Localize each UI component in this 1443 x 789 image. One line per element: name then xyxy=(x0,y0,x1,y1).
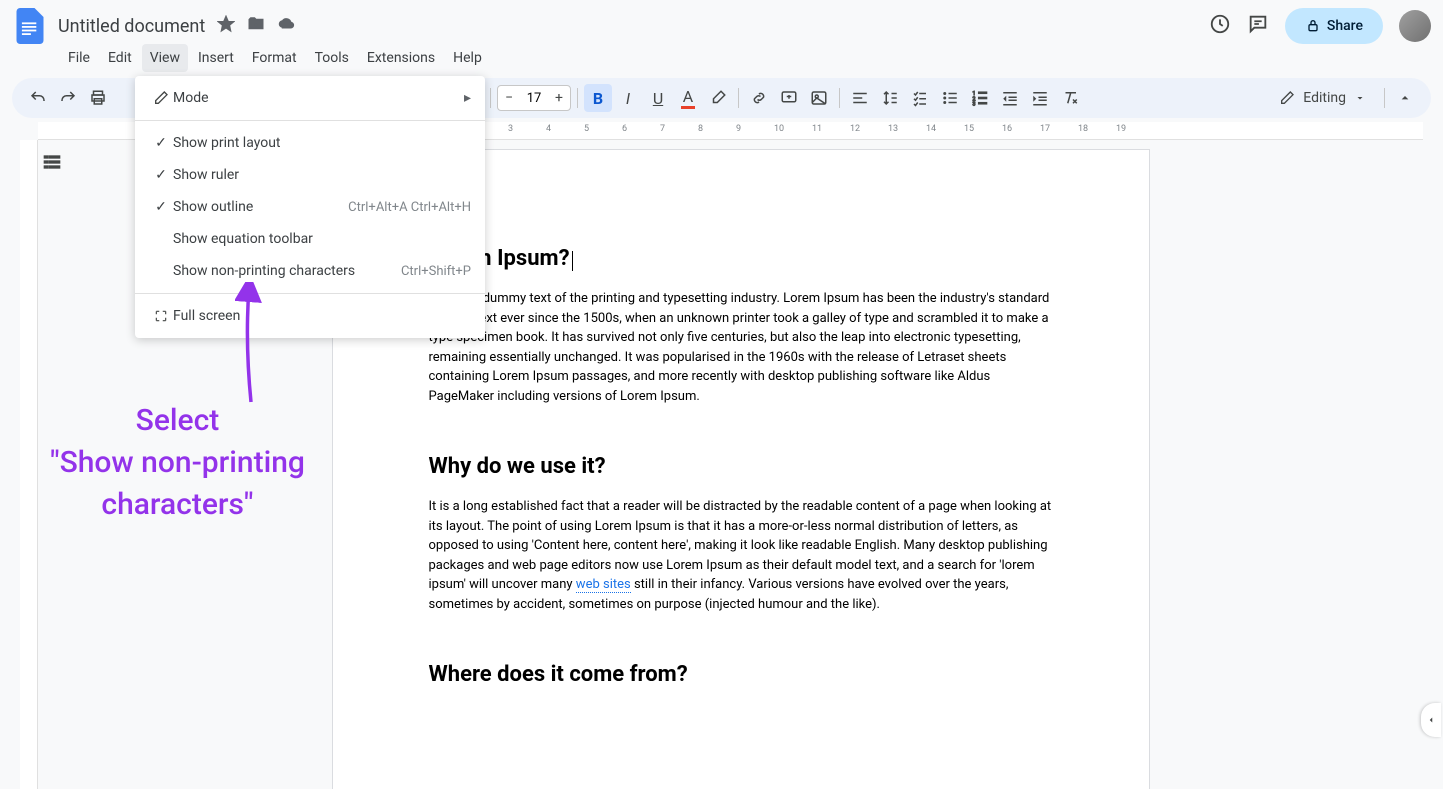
menu-insert[interactable]: Insert xyxy=(190,44,242,72)
font-size-control[interactable]: − + xyxy=(497,85,571,111)
history-icon[interactable] xyxy=(1209,13,1231,39)
heading-3: Where does it come from? xyxy=(429,662,1053,687)
bullet-list-button[interactable] xyxy=(936,84,964,112)
text-color-button[interactable]: A xyxy=(674,84,702,112)
font-size-decrease[interactable]: − xyxy=(498,90,520,106)
document-title[interactable]: Untitled document xyxy=(58,16,205,37)
menu-extensions[interactable]: Extensions xyxy=(359,44,443,72)
paragraph-1: is simply dummy text of the printing and… xyxy=(429,289,1053,406)
share-button[interactable]: Share xyxy=(1285,8,1383,44)
vertical-ruler[interactable] xyxy=(20,140,38,789)
underline-button[interactable]: U xyxy=(644,84,672,112)
menu-tools[interactable]: Tools xyxy=(307,44,357,72)
align-button[interactable] xyxy=(846,84,874,112)
paragraph-2: It is a long established fact that a rea… xyxy=(429,497,1053,614)
menu-file[interactable]: File xyxy=(60,44,98,72)
outline-toggle-icon[interactable] xyxy=(42,152,62,176)
view-dropdown-menu: Mode ▸ ✓ Show print layout ✓ Show ruler … xyxy=(135,76,485,338)
menu-view[interactable]: View xyxy=(142,44,188,72)
cloud-icon[interactable] xyxy=(277,15,297,37)
font-size-input[interactable] xyxy=(520,91,548,106)
menu-show-equation-toolbar[interactable]: Show equation toolbar xyxy=(135,223,485,255)
menu-show-print-layout[interactable]: ✓ Show print layout xyxy=(135,127,485,159)
numbered-list-button[interactable]: 123 xyxy=(966,84,994,112)
web-sites-link[interactable]: web sites xyxy=(576,577,631,593)
highlight-button[interactable] xyxy=(704,84,732,112)
editing-mode-button[interactable]: Editing xyxy=(1267,86,1378,110)
image-button[interactable] xyxy=(805,84,833,112)
line-spacing-button[interactable] xyxy=(876,84,904,112)
print-button[interactable] xyxy=(84,84,112,112)
menu-help[interactable]: Help xyxy=(445,44,490,72)
svg-text:3: 3 xyxy=(973,102,976,108)
menu-mode[interactable]: Mode ▸ xyxy=(135,82,485,114)
menu-show-outline[interactable]: ✓ Show outline Ctrl+Alt+A Ctrl+Alt+H xyxy=(135,191,485,223)
comment-button[interactable] xyxy=(775,84,803,112)
docs-logo-icon[interactable] xyxy=(12,8,48,44)
menu-show-non-printing-characters[interactable]: Show non-printing characters Ctrl+Shift+… xyxy=(135,255,485,287)
side-panel-toggle[interactable] xyxy=(1421,703,1441,737)
italic-button[interactable]: I xyxy=(614,84,642,112)
heading-1: Lorem Ipsum? xyxy=(429,246,1053,271)
undo-button[interactable] xyxy=(24,84,52,112)
clear-format-button[interactable] xyxy=(1056,84,1084,112)
indent-increase-button[interactable] xyxy=(1026,84,1054,112)
bold-button[interactable]: B xyxy=(584,84,612,112)
star-icon[interactable] xyxy=(217,15,235,37)
font-size-increase[interactable]: + xyxy=(548,90,570,106)
menu-edit[interactable]: Edit xyxy=(100,44,140,72)
text-cursor xyxy=(572,251,573,271)
menubar: File Edit View Insert Format Tools Exten… xyxy=(0,44,1443,78)
collapse-toolbar-button[interactable] xyxy=(1391,84,1419,112)
link-button[interactable] xyxy=(745,84,773,112)
checklist-button[interactable] xyxy=(906,84,934,112)
heading-2: Why do we use it? xyxy=(429,454,1053,479)
redo-button[interactable] xyxy=(54,84,82,112)
move-icon[interactable] xyxy=(247,15,265,37)
menu-format[interactable]: Format xyxy=(244,44,305,72)
indent-decrease-button[interactable] xyxy=(996,84,1024,112)
avatar[interactable] xyxy=(1399,10,1431,42)
comments-icon[interactable] xyxy=(1247,13,1269,39)
menu-full-screen[interactable]: Full screen xyxy=(135,300,485,332)
menu-show-ruler[interactable]: ✓ Show ruler xyxy=(135,159,485,191)
